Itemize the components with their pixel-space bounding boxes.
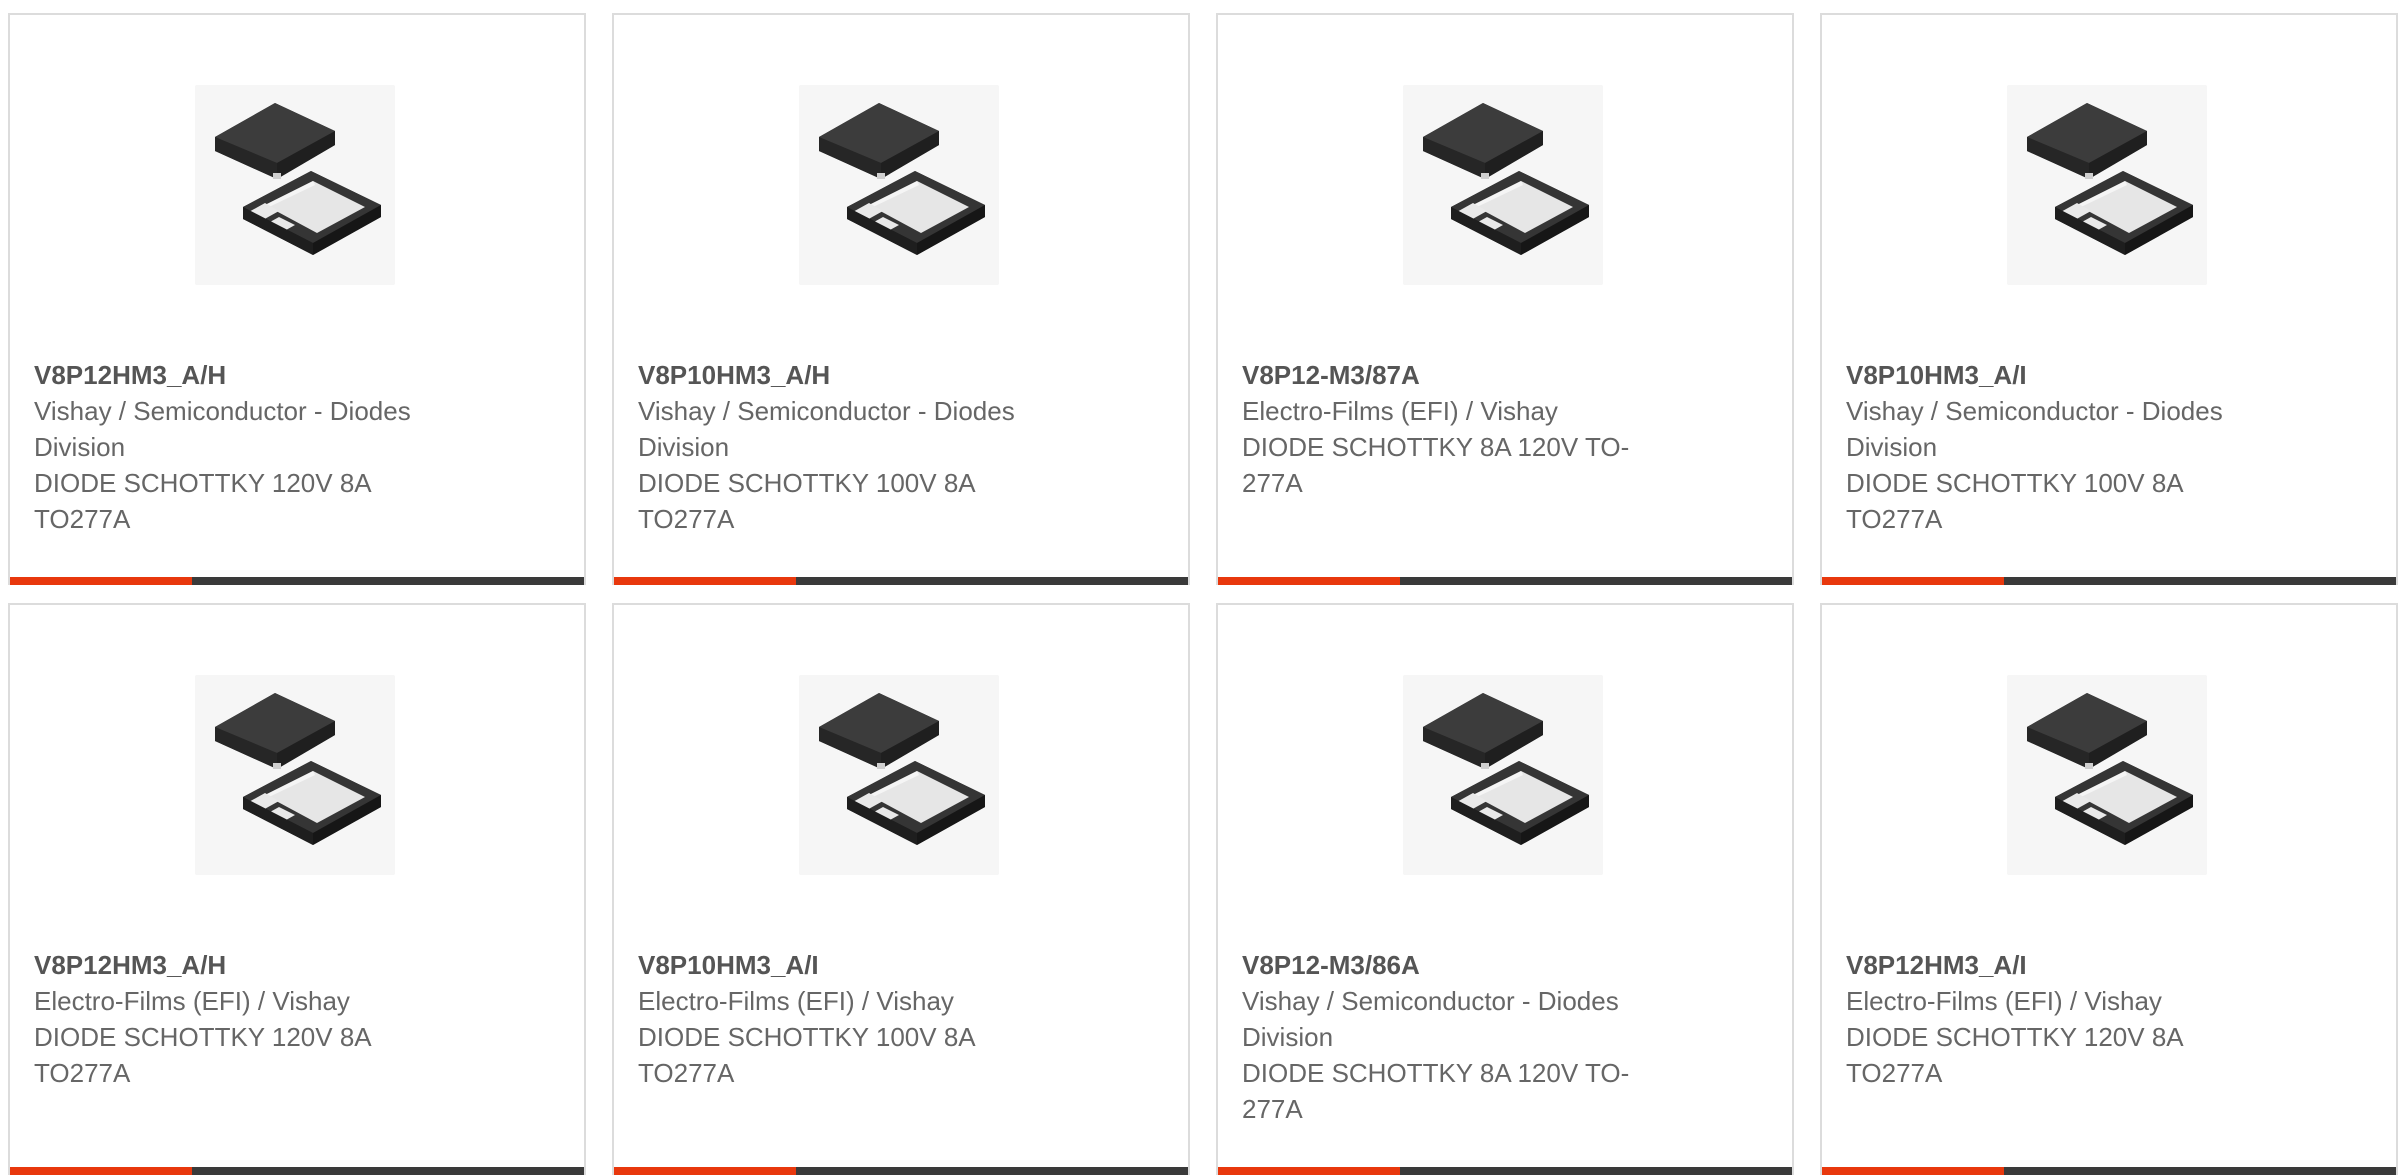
part-number[interactable]: V8P12-M3/87A (1242, 357, 1672, 393)
product-card[interactable]: V8P10HM3_A/I Electro-Films (EFI) / Visha… (612, 603, 1190, 1175)
manufacturer: Electro-Films (EFI) / Vishay (638, 986, 954, 1016)
manufacturer: Vishay / Semiconductor - Diodes Division (1846, 396, 2223, 462)
part-number[interactable]: V8P12HM3_A/H (34, 357, 464, 393)
card-bottom-bar (614, 1167, 1188, 1175)
manufacturer: Vishay / Semiconductor - Diodes Division (34, 396, 411, 462)
card-bottom-bar (1218, 1167, 1792, 1175)
part-number[interactable]: V8P10HM3_A/I (1846, 357, 2276, 393)
product-info: V8P10HM3_A/I Vishay / Semiconductor - Di… (1846, 357, 2276, 537)
card-accent-bar (1218, 1167, 1400, 1175)
part-number[interactable]: V8P12HM3_A/I (1846, 947, 2276, 983)
manufacturer: Electro-Films (EFI) / Vishay (1846, 986, 2162, 1016)
card-accent-bar (614, 577, 796, 585)
description: DIODE SCHOTTKY 100V 8A TO277A (1846, 468, 2183, 534)
card-bottom-bar (10, 1167, 584, 1175)
manufacturer: Electro-Films (EFI) / Vishay (34, 986, 350, 1016)
part-number[interactable]: V8P10HM3_A/H (638, 357, 1068, 393)
card-accent-bar (10, 1167, 192, 1175)
product-info: V8P10HM3_A/I Electro-Films (EFI) / Visha… (638, 947, 1068, 1091)
product-card[interactable]: V8P10HM3_A/I Vishay / Semiconductor - Di… (1820, 13, 2398, 585)
product-card[interactable]: V8P12-M3/87A Electro-Films (EFI) / Visha… (1216, 13, 1794, 585)
product-info: V8P12HM3_A/I Electro-Films (EFI) / Visha… (1846, 947, 2276, 1091)
description: DIODE SCHOTTKY 8A 120V TO-277A (1242, 1058, 1630, 1124)
card-bottom-bar (1822, 1167, 2396, 1175)
diode-package-icon (1403, 85, 1603, 285)
card-bottom-bar (1822, 577, 2396, 585)
diode-package-icon (195, 675, 395, 875)
product-info: V8P12HM3_A/H Electro-Films (EFI) / Visha… (34, 947, 464, 1091)
part-number[interactable]: V8P12HM3_A/H (34, 947, 464, 983)
part-number[interactable]: V8P10HM3_A/I (638, 947, 1068, 983)
diode-package-icon (799, 85, 999, 285)
diode-package-icon (799, 675, 999, 875)
product-card[interactable]: V8P10HM3_A/H Vishay / Semiconductor - Di… (612, 13, 1190, 585)
diode-package-icon (2007, 85, 2207, 285)
manufacturer: Vishay / Semiconductor - Diodes Division (638, 396, 1015, 462)
card-bottom-bar (1218, 577, 1792, 585)
product-info: V8P10HM3_A/H Vishay / Semiconductor - Di… (638, 357, 1068, 537)
product-info: V8P12-M3/87A Electro-Films (EFI) / Visha… (1242, 357, 1672, 501)
diode-package-icon (1403, 675, 1603, 875)
diode-package-icon (2007, 675, 2207, 875)
product-card[interactable]: V8P12HM3_A/H Vishay / Semiconductor - Di… (8, 13, 586, 585)
manufacturer: Electro-Films (EFI) / Vishay (1242, 396, 1558, 426)
description: DIODE SCHOTTKY 100V 8A TO277A (638, 468, 975, 534)
diode-package-icon (195, 85, 395, 285)
description: DIODE SCHOTTKY 8A 120V TO-277A (1242, 432, 1630, 498)
description: DIODE SCHOTTKY 120V 8A TO277A (1846, 1022, 2183, 1088)
product-info: V8P12HM3_A/H Vishay / Semiconductor - Di… (34, 357, 464, 537)
card-accent-bar (614, 1167, 796, 1175)
description: DIODE SCHOTTKY 120V 8A TO277A (34, 1022, 371, 1088)
product-card[interactable]: V8P12-M3/86A Vishay / Semiconductor - Di… (1216, 603, 1794, 1175)
product-card[interactable]: V8P12HM3_A/I Electro-Films (EFI) / Visha… (1820, 603, 2398, 1175)
card-bottom-bar (614, 577, 1188, 585)
description: DIODE SCHOTTKY 120V 8A TO277A (34, 468, 371, 534)
card-accent-bar (1218, 577, 1400, 585)
part-number[interactable]: V8P12-M3/86A (1242, 947, 1672, 983)
description: DIODE SCHOTTKY 100V 8A TO277A (638, 1022, 975, 1088)
card-bottom-bar (10, 577, 584, 585)
card-accent-bar (1822, 1167, 2004, 1175)
card-accent-bar (10, 577, 192, 585)
product-card[interactable]: V8P12HM3_A/H Electro-Films (EFI) / Visha… (8, 603, 586, 1175)
manufacturer: Vishay / Semiconductor - Diodes Division (1242, 986, 1619, 1052)
product-info: V8P12-M3/86A Vishay / Semiconductor - Di… (1242, 947, 1672, 1127)
product-grid: V8P12HM3_A/H Vishay / Semiconductor - Di… (8, 13, 2398, 1175)
card-accent-bar (1822, 577, 2004, 585)
